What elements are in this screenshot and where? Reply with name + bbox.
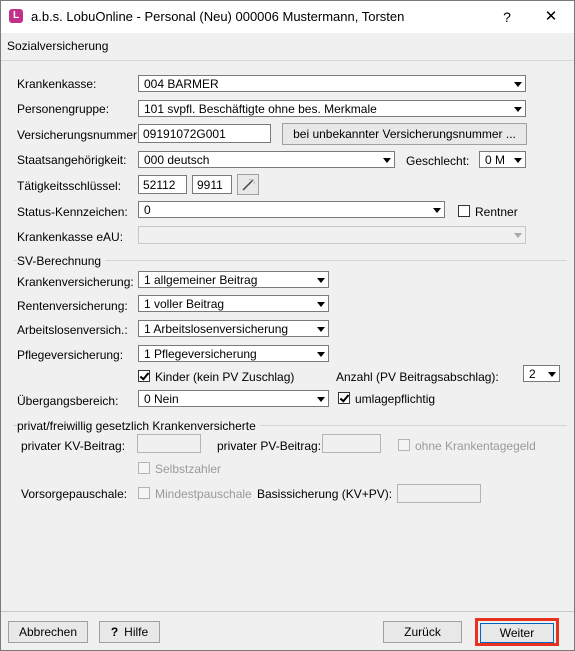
versicherungsnummer-value: 09191072G001 [143, 127, 226, 141]
rentner-checkbox[interactable] [458, 205, 470, 217]
staatsangehoerigkeit-select[interactable]: 000 deutsch [138, 151, 395, 168]
status-kennzeichen-label: Status-Kennzeichen: [17, 205, 128, 219]
privat-title: privat/freiwillig gesetzlich Krankenvers… [17, 419, 260, 433]
selbstzahler-checkbox[interactable] [138, 462, 150, 474]
uebergangsbereich-label: Übergangsbereich: [17, 394, 119, 408]
hilfe-button[interactable]: ? Hilfe [99, 621, 160, 643]
title-bar: L a.b.s. LobuOnline - Personal (Neu) 000… [1, 1, 574, 33]
taetigkeitsschluessel-input-2[interactable]: 9911 [192, 175, 232, 194]
close-icon[interactable]: ✕ [529, 1, 573, 33]
chevron-down-icon[interactable] [512, 78, 523, 89]
status-kennzeichen-select[interactable]: 0 [138, 201, 445, 218]
rentenversicherung-value: 1 voller Beitrag [144, 297, 225, 311]
krankenkasse-eau-label: Krankenkasse eAU: [17, 230, 124, 244]
krankenkasse-value: 004 BARMER [144, 77, 219, 91]
sv-berechnung-title: SV-Berechnung [17, 254, 106, 268]
chevron-down-icon[interactable] [546, 368, 557, 379]
privater-pv-beitrag-input[interactable] [322, 434, 381, 453]
hilfe-label: Hilfe [124, 625, 149, 639]
dialog-window: L a.b.s. LobuOnline - Personal (Neu) 000… [0, 0, 575, 651]
basissicherung-input[interactable] [397, 484, 481, 503]
chevron-down-icon[interactable] [512, 229, 523, 240]
krankenversicherung-value: 1 allgemeiner Beitrag [144, 273, 258, 287]
section-title: Sozialversicherung [7, 39, 109, 53]
personengruppe-value: 101 svpfl. Beschäftigte ohne bes. Merkma… [144, 102, 377, 116]
anzahl-select[interactable]: 2 [523, 365, 560, 382]
uebergangsbereich-value: 0 Nein [144, 392, 179, 406]
taetigkeitsschluessel-input-1[interactable]: 52112 [138, 175, 187, 194]
mindestpauschale-label: Mindestpauschale [155, 487, 252, 501]
personengruppe-select[interactable]: 101 svpfl. Beschäftigte ohne bes. Merkma… [138, 100, 526, 117]
versicherungsnummer-input[interactable]: 09191072G001 [138, 124, 271, 143]
wand-icon[interactable] [237, 174, 259, 195]
section-header: Sozialversicherung [1, 33, 574, 61]
taetigkeitsschluessel-value-2: 9911 [197, 178, 223, 192]
anzahl-label: Anzahl (PV Beitragsabschlag): [336, 370, 499, 384]
chevron-down-icon[interactable] [315, 274, 326, 285]
arbeitslosenversicherung-label: Arbeitslosenversich.: [17, 323, 128, 337]
unbekannte-versicherungsnummer-button[interactable]: bei unbekannter Versicherungsnummer ... [282, 123, 527, 145]
footer-divider [1, 611, 574, 612]
versicherungsnummer-label: Versicherungsnummer: [17, 128, 141, 142]
privater-kv-beitrag-label: privater KV-Beitrag: [21, 439, 126, 453]
vorsorgepauschale-label: Vorsorgepauschale: [21, 487, 128, 501]
selbstzahler-label: Selbstzahler [155, 462, 222, 476]
uebergangsbereich-select[interactable]: 0 Nein [138, 390, 329, 407]
arbeitslosenversicherung-value: 1 Arbeitslosenversicherung [144, 322, 289, 336]
pflegeversicherung-label: Pflegeversicherung: [17, 348, 124, 362]
krankenkasse-label: Krankenkasse: [17, 77, 97, 91]
staatsangehoerigkeit-value: 000 deutsch [144, 153, 210, 167]
help-title-button[interactable]: ? [485, 1, 529, 33]
arbeitslosenversicherung-select[interactable]: 1 Arbeitslosenversicherung [138, 320, 329, 337]
privater-kv-beitrag-input[interactable] [137, 434, 201, 453]
chevron-down-icon[interactable] [315, 298, 326, 309]
chevron-down-icon[interactable] [381, 154, 392, 165]
zurueck-button[interactable]: Zurück [383, 621, 462, 643]
geschlecht-label: Geschlecht: [406, 154, 470, 168]
app-icon: L [9, 9, 23, 23]
rentner-label: Rentner [475, 205, 518, 219]
help-icon: ? [110, 625, 119, 639]
ohne-krankentagegeld-label: ohne Krankentagegeld [415, 439, 536, 453]
chevron-down-icon[interactable] [315, 393, 326, 404]
geschlecht-value: 0 M [485, 153, 506, 167]
krankenversicherung-label: Krankenversicherung: [17, 275, 134, 289]
umlagepflichtig-label: umlagepflichtig [355, 392, 436, 406]
kinder-label: Kinder (kein PV Zuschlag) [155, 370, 295, 384]
taetigkeitsschluessel-value-1: 52112 [143, 178, 176, 192]
kinder-checkbox[interactable] [138, 370, 150, 382]
basissicherung-label: Basissicherung (KV+PV): [257, 487, 393, 501]
pflegeversicherung-select[interactable]: 1 Pflegeversicherung [138, 345, 329, 362]
chevron-down-icon[interactable] [431, 204, 442, 215]
weiter-highlight-box [475, 618, 559, 646]
chevron-down-icon[interactable] [512, 154, 523, 165]
chevron-down-icon[interactable] [512, 103, 523, 114]
abbrechen-button[interactable]: Abbrechen [8, 621, 88, 643]
personengruppe-label: Personengruppe: [17, 102, 110, 116]
krankenkasse-select[interactable]: 004 BARMER [138, 75, 526, 92]
pflegeversicherung-value: 1 Pflegeversicherung [144, 347, 257, 361]
chevron-down-icon[interactable] [315, 323, 326, 334]
staatsangehoerigkeit-label: Staatsangehörigkeit: [17, 153, 127, 167]
privater-pv-beitrag-label: privater PV-Beitrag: [217, 439, 322, 453]
rentenversicherung-select[interactable]: 1 voller Beitrag [138, 295, 329, 312]
taetigkeitsschluessel-label: Tätigkeitsschlüssel: [17, 179, 122, 193]
rentenversicherung-label: Rentenversicherung: [17, 299, 128, 313]
window-title: a.b.s. LobuOnline - Personal (Neu) 00000… [31, 9, 405, 24]
status-kennzeichen-value: 0 [144, 203, 151, 217]
umlagepflichtig-checkbox[interactable] [338, 392, 350, 404]
anzahl-value: 2 [529, 367, 536, 381]
geschlecht-select[interactable]: 0 M [479, 151, 526, 168]
ohne-krankentagegeld-checkbox[interactable] [398, 439, 410, 451]
krankenversicherung-select[interactable]: 1 allgemeiner Beitrag [138, 271, 329, 288]
krankenkasse-eau-select[interactable] [138, 226, 526, 244]
chevron-down-icon[interactable] [315, 348, 326, 359]
mindestpauschale-checkbox[interactable] [138, 487, 150, 499]
